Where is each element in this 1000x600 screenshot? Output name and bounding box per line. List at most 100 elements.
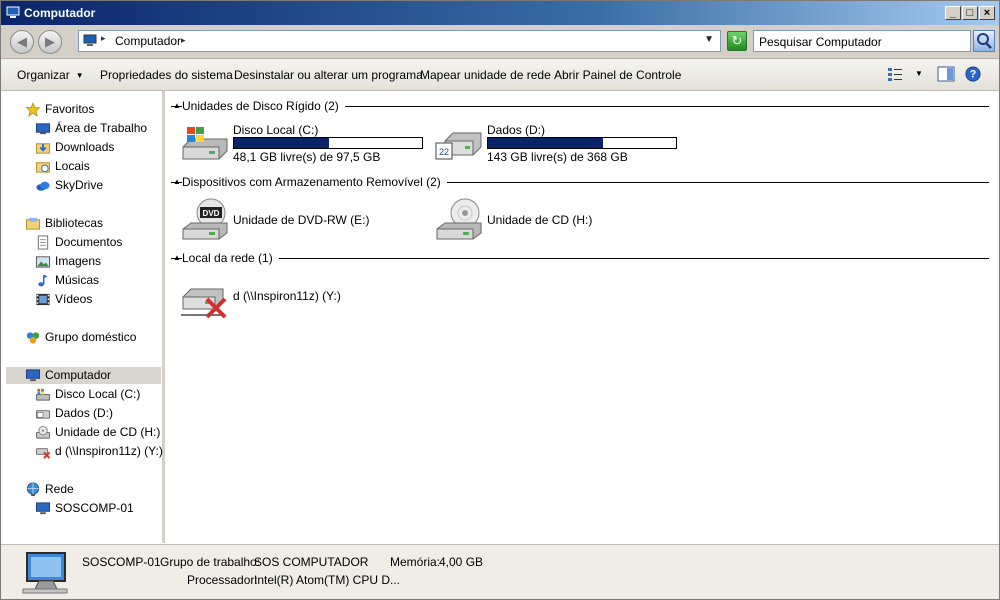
drive-usage-fill — [234, 138, 330, 148]
cd-drive-icon — [35, 425, 51, 439]
drive-free-space: 48,1 GB livre(s) de 97,5 GB — [233, 150, 381, 164]
sidebar-item-label: Rede — [45, 482, 74, 496]
address-bar[interactable]: ▸ Computador ▸ ▼ — [78, 30, 721, 52]
dvd-drive-icon: DVD — [182, 198, 228, 240]
close-button[interactable]: × — [979, 6, 995, 20]
chevron-right-icon[interactable]: ▸ — [181, 35, 186, 46]
recent-places-icon — [35, 162, 51, 173]
drive-item-e[interactable]: DVD Unidade de DVD-RW (E:) — [181, 197, 431, 243]
sidebar-item-drive-y[interactable]: d (\\Inspiron11z) (Y:) — [35, 443, 163, 460]
details-pane: SOSCOMP-01 Grupo de trabalho: SOS COMPUT… — [1, 544, 999, 599]
chevron-right-icon[interactable]: ▸ — [101, 33, 106, 44]
computer-icon — [6, 6, 20, 18]
navigation-bar: ◀ ▶ ▸ Computador ▸ ▼ ↻ Pesquisar Computa… — [1, 25, 999, 59]
sidebar-item-music[interactable]: Músicas — [35, 272, 161, 289]
arrow-right-icon: ▶ — [45, 34, 55, 49]
sidebar-item-videos[interactable]: Vídeos — [35, 291, 161, 308]
sidebar-item-desktop[interactable]: Área de Trabalho — [35, 120, 161, 137]
preview-pane-icon[interactable] — [937, 66, 955, 82]
sidebar-item-label: Vídeos — [55, 292, 93, 306]
sidebar-item-locais[interactable]: Locais — [35, 158, 161, 175]
organize-menu[interactable]: Organizar ▼ — [17, 68, 84, 82]
group-header-network-locations[interactable]: ▲ Local da rede (1) — [171, 250, 989, 266]
group-header-hard-disks[interactable]: ▲ Unidades de Disco Rígido (2) — [171, 98, 989, 114]
sidebar-item-libraries[interactable]: Bibliotecas — [25, 215, 161, 232]
open-control-panel-button[interactable]: Abrir Painel de Controle — [554, 68, 681, 82]
drive-item-c[interactable]: Disco Local (C:) 48,1 GB livre(s) de 97,… — [181, 121, 431, 165]
drive-usage-bar — [487, 137, 677, 149]
sidebar-item-label: Músicas — [55, 273, 100, 287]
sidebar-item-computer[interactable]: Computador — [6, 367, 161, 384]
drive-item-h[interactable]: Unidade de CD (H:) — [435, 197, 685, 243]
desktop-icon — [35, 123, 51, 135]
group-label: Unidades de Disco Rígido (2) — [182, 99, 345, 113]
breadcrumb-computer[interactable]: Computador — [115, 34, 181, 48]
sidebar-item-drive-h[interactable]: Unidade de CD (H:) — [35, 424, 161, 441]
workgroup-value: SOS COMPUTADOR — [254, 555, 369, 569]
chevron-down-icon[interactable]: ▼ — [915, 69, 923, 78]
pictures-icon — [35, 256, 51, 268]
documents-icon — [37, 235, 49, 250]
sidebar-item-skydrive[interactable]: SkyDrive — [35, 177, 161, 194]
svg-text:DVD: DVD — [203, 209, 220, 218]
drive-item-y[interactable]: d (\\Inspiron11z) (Y:) — [181, 275, 431, 321]
uninstall-program-button[interactable]: Desinstalar ou alterar um programa — [234, 68, 423, 82]
refresh-button[interactable]: ↻ — [727, 31, 747, 51]
maximize-button[interactable]: □ — [962, 6, 978, 20]
computer-icon — [35, 502, 51, 515]
sidebar-item-documents[interactable]: Documentos — [35, 234, 161, 251]
sidebar-item-label: Unidade de CD (H:) — [55, 425, 161, 439]
minimize-button[interactable]: _ — [945, 6, 961, 20]
group-header-removable[interactable]: ▲ Dispositivos com Armazenamento Removív… — [171, 174, 989, 190]
search-input[interactable]: Pesquisar Computador — [753, 30, 971, 52]
sidebar-item-label: Computador — [45, 368, 112, 382]
help-icon[interactable]: ? — [964, 66, 982, 82]
sidebar-item-pictures[interactable]: Imagens — [35, 253, 161, 270]
drive-usage-fill — [488, 138, 603, 148]
system-properties-button[interactable]: Propriedades do sistema — [100, 68, 233, 82]
drive-item-d[interactable]: 22 Dados (D:) 143 GB livre(s) de 368 GB — [435, 121, 685, 165]
sidebar-item-homegroup[interactable]: Grupo doméstico — [25, 329, 161, 346]
chevron-down-icon[interactable]: ▼ — [704, 34, 714, 45]
drive-name: Dados (D:) — [487, 123, 546, 137]
computer-name: SOSCOMP-01 — [82, 555, 161, 569]
command-bar: Organizar ▼ Propriedades do sistema Desin… — [1, 59, 999, 91]
sidebar-item-label: Imagens — [55, 254, 102, 268]
change-view-icon[interactable] — [886, 66, 904, 82]
sidebar-item-network[interactable]: Rede — [25, 481, 161, 498]
refresh-icon: ↻ — [731, 33, 743, 48]
sidebar-item-downloads[interactable]: Downloads — [35, 139, 161, 156]
sidebar-item-soscomp[interactable]: SOSCOMP-01 — [35, 500, 161, 517]
sidebar-item-drive-d[interactable]: Dados (D:) — [35, 405, 161, 422]
collapse-icon: ▲ — [173, 177, 181, 186]
explorer-window: Computador _ □ × ◀ ▶ ▸ Computador ▸ ▼ ↻ … — [0, 0, 1000, 600]
sidebar-item-label: d (\\Inspiron11z) (Y:) — [55, 444, 163, 458]
star-icon — [25, 102, 41, 117]
memory-label: Memória: — [390, 555, 441, 569]
forward-button[interactable]: ▶ — [38, 30, 62, 54]
computer-icon — [22, 552, 68, 594]
sidebar-item-label: SkyDrive — [55, 178, 104, 192]
title-bar[interactable]: Computador _ □ × — [1, 1, 999, 25]
sidebar-item-label: SOSCOMP-01 — [55, 501, 134, 515]
group-label: Dispositivos com Armazenamento Removível… — [182, 175, 447, 189]
homegroup-icon — [26, 332, 40, 344]
organize-label: Organizar — [17, 68, 70, 82]
sidebar-item-favorites[interactable]: Favoritos — [25, 101, 161, 118]
content-pane: ▲ Unidades de Disco Rígido (2) Disco Loc… — [165, 91, 999, 543]
cloud-icon — [36, 181, 50, 191]
search-button[interactable] — [973, 30, 995, 52]
cd-drive-icon — [436, 198, 482, 240]
map-network-drive-button[interactable]: Mapear unidade de rede — [420, 68, 551, 82]
svg-text:?: ? — [970, 69, 977, 81]
film-icon — [36, 293, 50, 306]
hard-drive-icon — [35, 410, 51, 419]
back-button[interactable]: ◀ — [10, 30, 34, 54]
hard-drive-icon: 22 — [435, 132, 482, 160]
sidebar-item-label: Favoritos — [45, 102, 95, 116]
sidebar-item-label: Grupo doméstico — [45, 330, 137, 344]
sidebar-item-drive-c[interactable]: Disco Local (C:) — [35, 386, 161, 403]
network-icon — [26, 482, 40, 497]
memory-value: 4,00 GB — [439, 555, 484, 569]
sidebar-item-label: Dados (D:) — [55, 406, 114, 420]
